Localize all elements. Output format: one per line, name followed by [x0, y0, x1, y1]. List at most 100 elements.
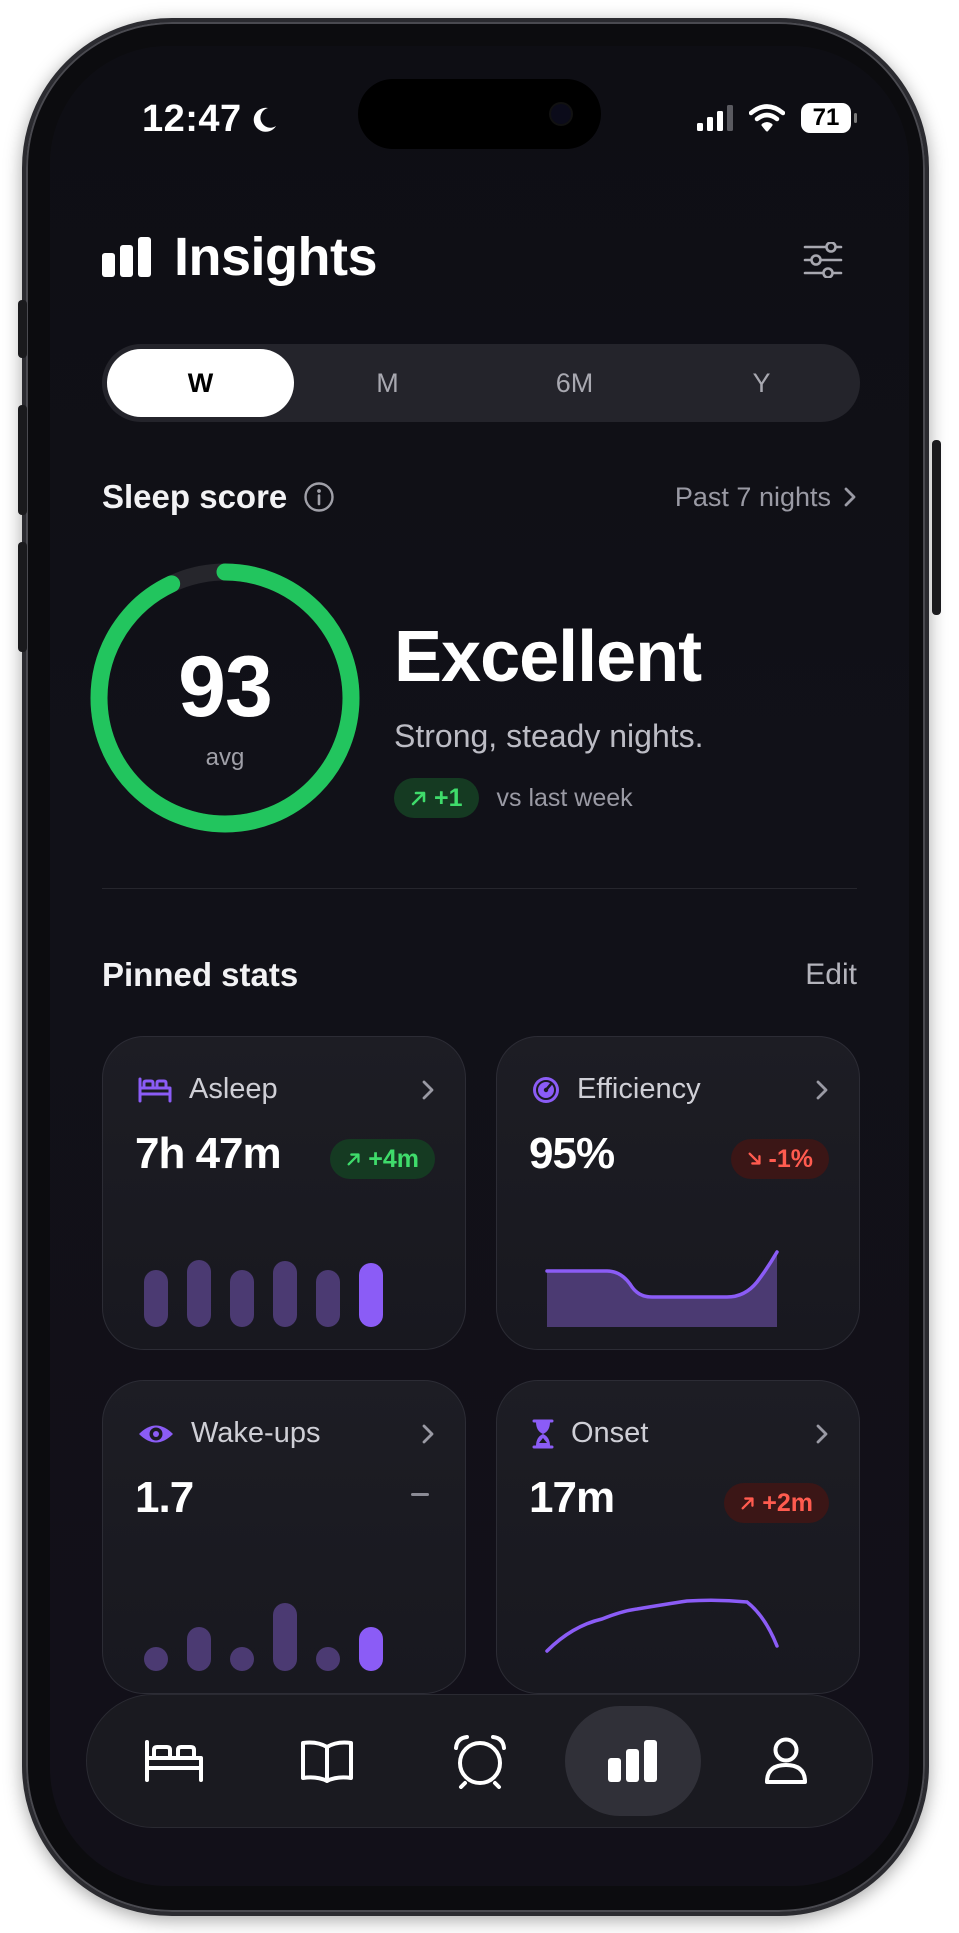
stat-card-asleep[interactable]: Asleep 7h 47m +4m: [102, 1036, 466, 1350]
sliders-icon: [803, 242, 843, 278]
stat-card-delta-value: +2m: [762, 1488, 813, 1517]
no-change-indicator: [411, 1493, 429, 1496]
score-delta-value: +1: [434, 783, 463, 812]
score-delta-badge: +1: [394, 778, 479, 818]
stat-card-delta-value: +4m: [368, 1144, 419, 1173]
chevron-right-icon: [422, 1424, 434, 1443]
screen: 12:47 71 Insights W M 6M Y Sleep score P…: [50, 46, 909, 1886]
battery-indicator: 71: [801, 103, 857, 133]
battery-level: 71: [812, 104, 840, 131]
chart-bars-icon: [102, 237, 151, 277]
wakeups-bar: [187, 1627, 211, 1671]
sleep-score-sub: avg: [205, 744, 245, 771]
tab-month[interactable]: M: [294, 349, 481, 417]
book-icon: [300, 1740, 353, 1783]
stat-card-delta-value: -1%: [768, 1144, 813, 1173]
status-icons: 71: [697, 103, 857, 133]
sleep-score-ring: 93 avg: [85, 558, 365, 838]
volume-down-button: [18, 542, 27, 652]
info-icon[interactable]: [303, 481, 335, 513]
stat-card-wakeups[interactable]: Wake-ups 1.7: [102, 1380, 466, 1694]
chevron-right-icon: [816, 1424, 828, 1443]
stat-card-value: 17m: [529, 1473, 615, 1522]
stat-card-head: Onset: [531, 1417, 829, 1450]
arrow-up-right-icon: [347, 1153, 360, 1166]
onset-line-chart: [545, 1598, 779, 1653]
asleep-bar: [230, 1270, 254, 1327]
stat-card-delta: +4m: [330, 1139, 435, 1179]
wakeups-bar-chart: [144, 1603, 383, 1671]
edit-button[interactable]: Edit: [805, 958, 857, 992]
asleep-bar: [316, 1270, 340, 1327]
pinned-stats-title: Pinned stats: [102, 956, 299, 993]
asleep-bar: [187, 1260, 211, 1327]
profile-icon: [764, 1737, 807, 1784]
clock-text: 12:47: [142, 98, 242, 140]
cellular-signal-icon: [697, 105, 733, 131]
moon-icon: [253, 107, 276, 132]
stat-card-value: 95%: [529, 1129, 615, 1178]
wakeups-bar: [144, 1647, 168, 1671]
range-segmented-control: W M 6M Y: [102, 344, 860, 422]
stat-card-label: Wake-ups: [191, 1417, 321, 1449]
filter-button[interactable]: [799, 236, 847, 284]
past-nights-label: Past 7 nights: [674, 481, 831, 512]
page-title: Insights: [174, 227, 378, 287]
power-button: [932, 440, 941, 615]
tab-sleep[interactable]: [106, 1706, 242, 1816]
alarm-clock-icon: [453, 1735, 506, 1789]
wakeups-bar: [316, 1647, 340, 1671]
camera-icon: [551, 104, 571, 124]
page-header: Insights: [102, 226, 378, 288]
arrow-up-right-icon: [741, 1497, 754, 1510]
gauge-icon: [533, 1076, 559, 1103]
bottom-tab-bar: [86, 1694, 873, 1828]
volume-up-button: [18, 405, 27, 515]
tab-profile[interactable]: [718, 1706, 854, 1816]
status-time: 12:47: [142, 98, 278, 141]
sleep-rating-description: Strong, steady nights.: [394, 718, 704, 754]
arrow-up-right-icon: [411, 791, 426, 806]
stat-card-efficiency[interactable]: Efficiency 95% -1%: [496, 1036, 860, 1350]
pinned-stats-header: Pinned stats Edit: [102, 956, 857, 994]
tab-week[interactable]: W: [107, 349, 294, 417]
bed-icon: [144, 1740, 203, 1782]
sleep-score-title: Sleep score: [102, 478, 288, 515]
sleep-score-header: Sleep score Past 7 nights: [102, 478, 857, 516]
tab-year[interactable]: Y: [668, 349, 855, 417]
chevron-right-icon: [422, 1080, 434, 1099]
past-nights-link[interactable]: Past 7 nights: [675, 482, 857, 513]
efficiency-area: [547, 1252, 777, 1327]
stat-card-delta: +2m: [724, 1483, 829, 1523]
efficiency-area-chart: [545, 1250, 779, 1327]
wakeups-bar-current: [359, 1627, 383, 1671]
sleep-score-title-group: Sleep score: [102, 478, 335, 516]
divider: [102, 888, 857, 889]
stat-card-head: Wake-ups: [137, 1417, 435, 1450]
score-delta-row: +1 vs last week: [394, 778, 633, 818]
asleep-bar-current: [359, 1263, 383, 1327]
tab-alarm[interactable]: [412, 1706, 548, 1816]
hourglass-icon: [532, 1419, 554, 1448]
score-delta-caption: vs last week: [496, 783, 633, 812]
onset-line: [545, 1598, 779, 1653]
sleep-rating: Excellent: [394, 617, 702, 697]
asleep-bar: [273, 1261, 297, 1327]
tab-six-months[interactable]: 6M: [481, 349, 668, 417]
stat-card-head: Asleep: [137, 1073, 435, 1106]
action-button: [18, 300, 27, 358]
stat-card-delta: -1%: [730, 1139, 829, 1179]
sleep-score-value: 93: [178, 639, 273, 735]
eye-icon: [139, 1425, 173, 1442]
stat-card-onset[interactable]: Onset 17m +2m: [496, 1380, 860, 1694]
tab-journal[interactable]: [259, 1706, 395, 1816]
dynamic-island: [358, 79, 601, 149]
wifi-icon: [749, 104, 785, 132]
tab-insights[interactable]: [564, 1706, 701, 1816]
chevron-right-icon: [816, 1080, 828, 1099]
stat-card-label: Asleep: [189, 1073, 278, 1105]
bed-icon: [138, 1077, 172, 1102]
wakeups-bar: [273, 1603, 297, 1671]
stat-card-value: 7h 47m: [135, 1129, 282, 1178]
stat-card-label: Onset: [571, 1417, 649, 1449]
